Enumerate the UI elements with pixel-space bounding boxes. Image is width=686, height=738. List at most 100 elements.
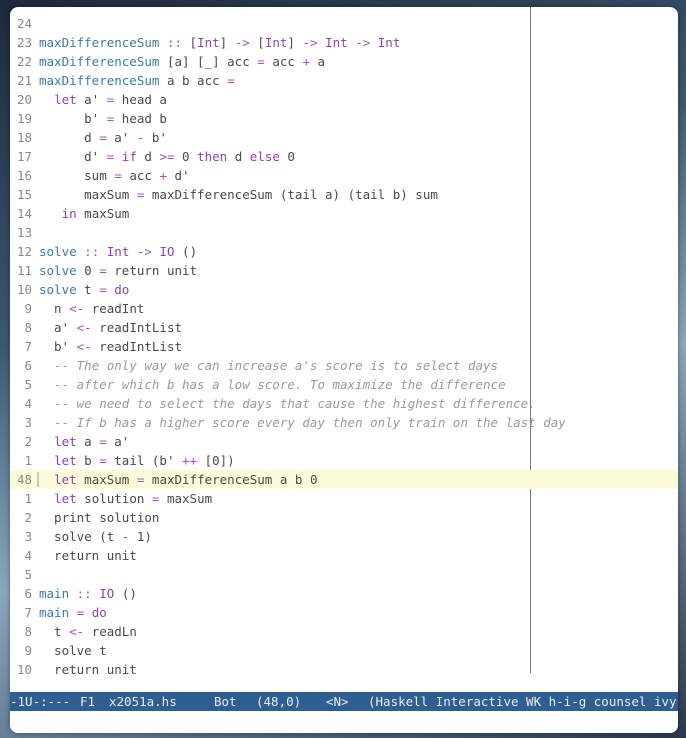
code-line[interactable]: 9 n <- readInt [10,299,678,318]
code-line[interactable]: 7 main = do [10,603,678,622]
code-line[interactable]: 5 [10,565,678,584]
line-number: 10 [16,282,32,297]
code-line[interactable]: 18 d = a' - b' [10,128,678,147]
code-line[interactable]: 8 a' <- readIntList [10,318,678,337]
line-code: return unit [39,548,137,563]
code-line[interactable]: 12 solve :: Int -> IO () [10,242,678,261]
code-line[interactable]: 11 solve 0 = return unit [10,261,678,280]
code-line[interactable]: 15 maxSum = maxDifferenceSum (tail a) (t… [10,185,678,204]
line-code: -- If b has a higher score every day the… [54,415,566,430]
code-line[interactable]: 3 -- If b has a higher score every day t… [10,413,678,432]
cursor-position: (48,0) [256,694,302,709]
code-line[interactable]: 5 -- after which b has a low score. To m… [10,375,678,394]
code-line[interactable]: 2 let a = a' [10,432,678,451]
code-line[interactable]: 10 return unit [10,660,678,679]
code-line[interactable]: 8 t <- readLn [10,622,678,641]
line-number: 13 [16,225,32,240]
code-line[interactable]: 4 -- we need to select the days that cau… [10,394,678,413]
line-code: b' <- readIntList [39,339,183,354]
code-line[interactable]: 1 let solution = maxSum [10,489,678,508]
line-code: solve 0 = return unit [39,263,198,278]
code-line[interactable]: 14 in maxSum [10,204,678,223]
line-number: 12 [16,244,32,259]
line-number: 8 [24,624,32,639]
line-number: 1 [24,453,32,468]
line-code: solve (t - 1) [39,529,152,544]
code-line[interactable]: 10 solve t = do [10,280,678,299]
line-code: -- The only way we can increase a's scor… [54,358,499,373]
line-code: in maxSum [61,206,130,221]
code-line[interactable]: 19 b' = head b [10,109,678,128]
code-line[interactable]: 20 let a' = head a [10,90,678,109]
code-editor[interactable]: 24 23 maxDifferenceSum :: [Int] -> [Int] -… [10,7,678,691]
line-code: let a' = head a [54,92,167,107]
line-number: 10 [16,662,32,677]
code-line[interactable]: 6 -- The only way we can increase a's sc… [10,356,678,375]
line-number: 9 [24,643,32,658]
line-number: 1 [24,491,32,506]
line-number: 21 [16,73,32,88]
code-line[interactable]: 9 solve t [10,641,678,660]
line-number: 16 [16,168,32,183]
line-code: n <- readInt [39,301,145,316]
line-number: 3 [24,529,32,544]
line-number: 11 [16,263,32,278]
line-number: 48 [16,472,32,487]
code-line[interactable]: 17 d' = if d >= 0 then d else 0 [10,147,678,166]
line-code: let a = a' [54,434,130,449]
line-code: t <- readLn [39,624,137,639]
line-number: 23 [16,35,32,50]
line-code: let solution = maxSum [54,491,213,506]
current-code-line[interactable]: 48 let maxSum = maxDifferenceSum a b 0 [10,470,678,489]
buffer-filename[interactable]: x2051a.hs [109,692,177,711]
mode-line: -1U-:--- F1 x2051a.hs Bot (48,0) <N> (Ha… [10,692,678,711]
code-line[interactable]: 3 solve (t - 1) [10,527,678,546]
code-line[interactable]: 21 maxDifferenceSum a b acc = [10,71,678,90]
code-line[interactable]: 2 print solution [10,508,678,527]
line-number: 22 [16,54,32,69]
line-number: 5 [24,377,32,392]
line-code: maxSum = maxDifferenceSum (tail a) (tail… [39,187,438,202]
buffer-status: -1U-:--- [10,694,71,709]
line-code: d' = if d >= 0 then d else 0 [39,149,295,164]
line-code: let b = tail (b' ++ [0]) [54,453,235,468]
line-number: 19 [16,111,32,126]
line-code: b' = head b [39,111,167,126]
code-line[interactable]: 24 [10,14,678,33]
line-code: let maxSum = maxDifferenceSum a b 0 [54,472,318,487]
line-number: 3 [24,415,32,430]
code-line[interactable]: 7 b' <- readIntList [10,337,678,356]
line-number: 9 [24,301,32,316]
code-line[interactable]: 1 let b = tail (b' ++ [0]) [10,451,678,470]
code-line[interactable]: 13 [10,223,678,242]
line-code: maxDifferenceSum [a] [_] acc = acc + a [39,54,326,69]
line-code: sum = acc + d' [39,168,190,183]
line-number: 6 [24,586,32,601]
line-number: 14 [16,206,32,221]
line-number: 4 [24,396,32,411]
line-number: 7 [24,339,32,354]
scroll-position: Bot [214,694,237,709]
line-code: -- we need to select the days that cause… [54,396,536,411]
line-number: 5 [24,567,32,582]
line-code: main = do [39,605,107,620]
line-code: solve t [39,643,107,658]
line-number: 24 [16,16,32,31]
line-number: 2 [24,510,32,525]
line-number: 17 [16,149,32,164]
major-minor-modes[interactable]: (Haskell Interactive WK h-i-g counsel iv… [368,692,678,711]
line-number: 20 [16,92,32,107]
code-line[interactable]: 6 main :: IO () [10,584,678,603]
line-number: 7 [24,605,32,620]
line-code: solve t = do [39,282,130,297]
code-line[interactable]: 4 return unit [10,546,678,565]
line-number: 8 [24,320,32,335]
line-code: a' <- readIntList [39,320,183,335]
minibuffer[interactable] [10,711,678,733]
line-code: return unit [39,662,137,677]
code-line[interactable]: 22 maxDifferenceSum [a] [_] acc = acc + a [10,52,678,71]
line-code: -- after which b has a low score. To max… [54,377,506,392]
code-line[interactable]: 23 maxDifferenceSum :: [Int] -> [Int] -> … [10,33,678,52]
line-number: 18 [16,130,32,145]
code-line[interactable]: 16 sum = acc + d' [10,166,678,185]
